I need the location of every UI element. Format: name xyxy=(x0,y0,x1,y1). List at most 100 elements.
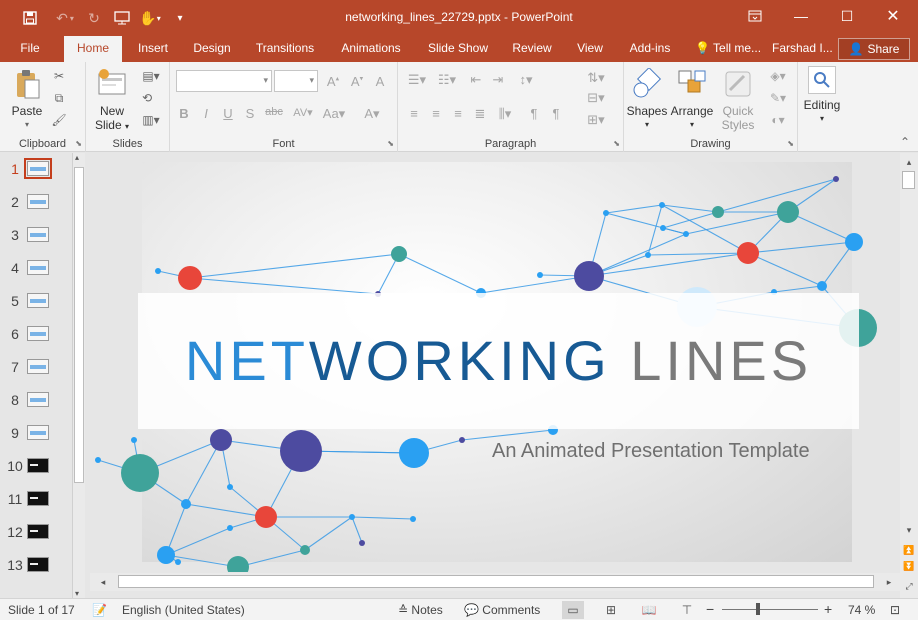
align-center-icon[interactable]: ≡ xyxy=(426,106,446,121)
slide-thumbnail-image[interactable] xyxy=(24,158,52,179)
columns-icon[interactable]: ⫼▾ xyxy=(492,106,518,122)
zoom-slider-track[interactable] xyxy=(722,609,818,610)
slide-show-view-icon[interactable]: ⊤ xyxy=(676,601,698,619)
smartart-icon[interactable]: ⊞▾ xyxy=(582,112,610,128)
clear-formatting-icon[interactable]: A xyxy=(370,74,390,89)
text-shadow-icon[interactable]: S xyxy=(240,106,260,121)
tab-view[interactable]: View xyxy=(572,36,608,62)
notes-button[interactable]: ≙ Notes xyxy=(398,603,443,617)
slide-subtitle[interactable]: An Animated Presentation Template xyxy=(492,440,810,463)
thumbnails-scrollbar[interactable]: ▴ ▾ xyxy=(72,153,85,598)
comments-button[interactable]: 💬 Comments xyxy=(464,603,540,617)
tab-tell-me[interactable]: 💡 Tell me... xyxy=(692,36,764,62)
slide-thumbnail-image[interactable] xyxy=(27,392,49,407)
shape-outline-icon[interactable]: ✎▾ xyxy=(764,90,792,106)
title-placeholder[interactable]: NETWORKING LINES xyxy=(138,293,859,429)
scroll-right-icon[interactable]: ▸ xyxy=(882,575,896,589)
slide-thumbnail[interactable]: 5 xyxy=(0,285,70,315)
slide-thumbnail[interactable]: 11 xyxy=(0,483,70,513)
vertical-scrollbar[interactable]: ▴ ▾ ⏫ ⏬ ⤢ xyxy=(900,153,918,598)
shape-fill-icon[interactable]: ◈▾ xyxy=(764,68,792,84)
horizontal-scroll-thumb[interactable] xyxy=(118,575,874,588)
slide-thumbnail[interactable]: 9 xyxy=(0,417,70,447)
slide-thumbnail-image[interactable] xyxy=(27,326,49,341)
clipboard-launcher-icon[interactable]: ⬊ xyxy=(75,139,82,148)
align-left-icon[interactable]: ≡ xyxy=(404,106,424,121)
paste-button[interactable]: Paste ▾ xyxy=(8,68,46,132)
slide-thumbnail[interactable]: 3 xyxy=(0,219,70,249)
zoom-in-icon[interactable]: + xyxy=(824,601,832,617)
tab-insert[interactable]: Insert xyxy=(132,36,174,62)
tab-animations[interactable]: Animations xyxy=(334,36,408,62)
format-painter-icon[interactable]: 🖌 xyxy=(50,112,68,128)
align-text-icon[interactable]: ⊟▾ xyxy=(582,90,610,106)
reset-icon[interactable]: ⟲ xyxy=(138,90,156,106)
ribbon-display-options-icon[interactable] xyxy=(732,0,778,32)
slide-thumbnail-image[interactable] xyxy=(27,458,49,473)
change-case-icon[interactable]: Aa▾ xyxy=(320,106,348,122)
scroll-up-icon[interactable]: ▴ xyxy=(75,153,79,162)
normal-view-icon[interactable]: ▭ xyxy=(562,601,584,619)
drawing-launcher-icon[interactable]: ⬊ xyxy=(787,139,794,148)
zoom-level[interactable]: 74 % xyxy=(848,603,875,617)
spelling-check-icon[interactable]: 📝 xyxy=(92,603,107,617)
editing-button[interactable]: Editing ▾ xyxy=(800,66,844,126)
increase-indent-icon[interactable]: ⇥ xyxy=(488,72,508,88)
zoom-out-icon[interactable]: − xyxy=(706,601,714,617)
slide-sorter-icon[interactable]: ⊞ xyxy=(600,601,622,619)
scroll-up-icon[interactable]: ▴ xyxy=(902,155,916,169)
slide-thumbnail[interactable]: 10 xyxy=(0,450,70,480)
line-spacing-icon[interactable]: ↕▾ xyxy=(512,72,540,88)
slide-thumbnail[interactable]: 1 xyxy=(0,153,70,183)
character-spacing-icon[interactable]: AV▾ xyxy=(290,106,316,119)
maximize-icon[interactable]: ☐ xyxy=(824,0,870,32)
tab-transitions[interactable]: Transitions xyxy=(252,36,318,62)
bold-icon[interactable]: B xyxy=(174,106,194,121)
close-icon[interactable]: ✕ xyxy=(870,0,916,32)
slide-thumbnail[interactable]: 8 xyxy=(0,384,70,414)
decrease-indent-icon[interactable]: ⇤ xyxy=(466,72,486,88)
shape-effects-icon[interactable]: ◐▾ xyxy=(764,112,792,128)
scroll-down-icon[interactable]: ▾ xyxy=(75,589,79,598)
ltr-icon[interactable]: ¶ xyxy=(546,106,566,121)
slide-thumbnail-image[interactable] xyxy=(27,524,49,539)
slide-thumbnail[interactable]: 7 xyxy=(0,351,70,381)
account-name[interactable]: Farshad I... xyxy=(770,36,833,62)
new-slide-button[interactable]: New Slide ▾ xyxy=(92,68,132,134)
fit-to-window-icon[interactable]: ⊡ xyxy=(890,603,900,617)
previous-slide-icon[interactable]: ⏫ xyxy=(902,543,916,557)
quick-styles-button[interactable]: Quick Styles xyxy=(716,68,760,132)
copy-icon[interactable]: ⧉ xyxy=(50,90,68,106)
slide-thumbnail-image[interactable] xyxy=(27,260,49,275)
language-indicator[interactable]: English (United States) xyxy=(122,603,245,617)
share-button[interactable]: 👤 Share xyxy=(838,38,910,60)
decrease-font-size-icon[interactable]: A▾ xyxy=(346,74,368,89)
slide-thumbnail[interactable]: 13 xyxy=(0,549,70,579)
tab-review[interactable]: Review xyxy=(508,36,556,62)
text-direction-icon[interactable]: ⇅▾ xyxy=(582,70,610,86)
slide-thumbnail[interactable]: 2 xyxy=(0,186,70,216)
vertical-scroll-thumb[interactable] xyxy=(902,171,915,189)
slide-thumbnail[interactable]: 6 xyxy=(0,318,70,348)
tab-home[interactable]: Home xyxy=(64,36,122,62)
paragraph-launcher-icon[interactable]: ⬊ xyxy=(613,139,620,148)
horizontal-scrollbar[interactable]: ◂ ▸ xyxy=(90,573,900,591)
tab-slide-show[interactable]: Slide Show xyxy=(424,36,492,62)
font-name-combobox[interactable]: ▾ xyxy=(176,70,272,92)
cut-icon[interactable]: ✂ xyxy=(50,68,68,84)
tab-design[interactable]: Design xyxy=(188,36,236,62)
minimize-icon[interactable]: — xyxy=(778,0,824,32)
layout-icon[interactable]: ▤▾ xyxy=(138,68,164,84)
slide-thumbnail-image[interactable] xyxy=(27,491,49,506)
thumbnails-scroll-thumb[interactable] xyxy=(74,167,84,483)
italic-icon[interactable]: I xyxy=(196,106,216,121)
tab-add-ins[interactable]: Add-ins xyxy=(624,36,676,62)
next-slide-icon[interactable]: ⏬ xyxy=(902,559,916,573)
section-icon[interactable]: ▥▾ xyxy=(138,112,164,128)
scroll-down-icon[interactable]: ▾ xyxy=(902,523,916,537)
slide-thumbnail-image[interactable] xyxy=(27,557,49,572)
slide-thumbnail[interactable]: 12 xyxy=(0,516,70,546)
rtl-icon[interactable]: ¶ xyxy=(524,106,544,121)
font-size-combobox[interactable]: ▾ xyxy=(274,70,318,92)
justify-icon[interactable]: ≣ xyxy=(470,106,490,122)
